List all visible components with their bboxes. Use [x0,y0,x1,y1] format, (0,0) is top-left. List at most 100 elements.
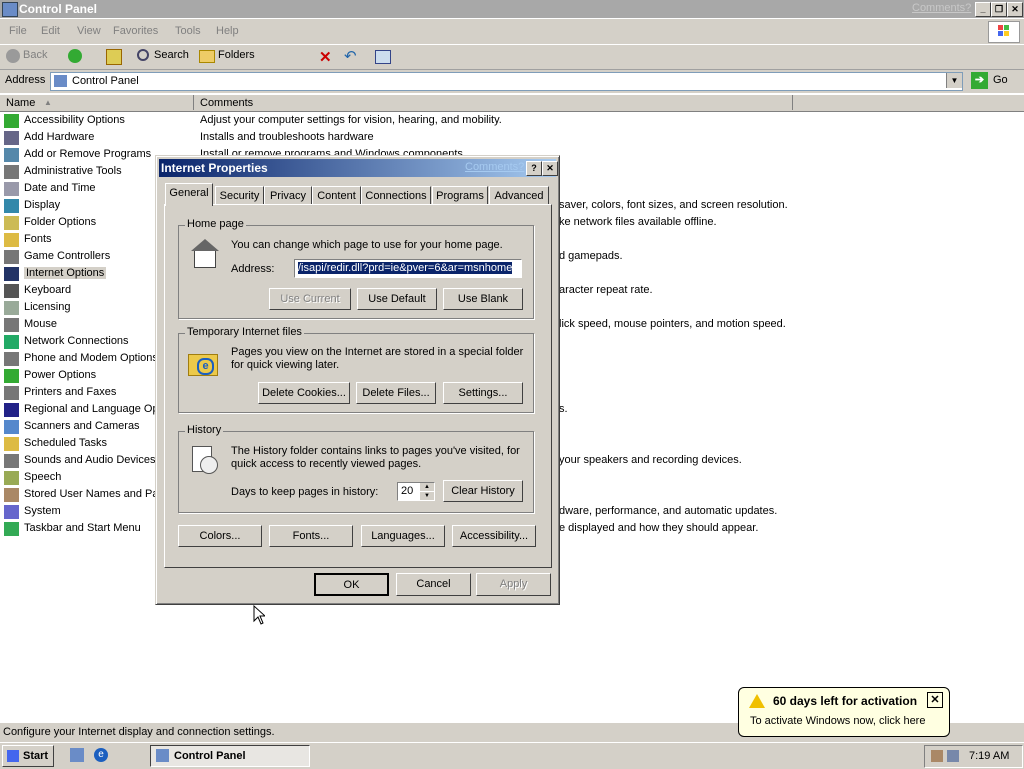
history-clock-icon [190,444,218,474]
tab-label: Content [317,190,356,202]
languages-button[interactable]: Languages... [361,525,445,547]
balloon-close-icon[interactable]: ✕ [927,692,943,708]
go-button[interactable]: Go [993,74,1008,86]
menu-favorites[interactable]: Favorites [113,25,158,37]
activation-key-icon[interactable] [931,750,943,762]
clear-history-button[interactable]: Clear History [443,480,523,502]
home-page-icon [190,238,219,268]
balloon-text[interactable]: To activate Windows now, click here [750,715,925,727]
item-comment: e displayed and how they should appear. [559,522,759,534]
item-label: Mouse [24,318,58,330]
system-tray: 7:19 AM [924,745,1023,768]
use-default-button[interactable]: Use Default [357,288,437,310]
menu-help[interactable]: Help [216,25,239,37]
forward-arrow-icon[interactable] [68,49,82,63]
network-icon[interactable] [947,750,959,762]
ok-button[interactable]: OK [314,573,389,596]
home-page-group: Home page You can change which page to u… [178,218,534,319]
menu-file[interactable]: File [9,25,27,37]
delete-icon[interactable]: ✕ [319,48,332,66]
menu-view[interactable]: View [77,25,101,37]
item-label: Stored User Names and Pas [24,488,165,500]
undo-icon[interactable]: ↶ [344,47,357,65]
window-titlebar[interactable]: Control Panel Comments? _ ❐ ✕ [0,0,1024,18]
tab-programs[interactable]: Programs [432,186,488,205]
column-comments[interactable]: Comments [194,95,793,110]
back-button[interactable]: Back [23,49,47,61]
address-dropdown-icon[interactable]: ▼ [946,73,962,88]
item-comment: your speakers and recording devices. [559,454,742,466]
list-header: Name ▲ Comments [0,95,1024,112]
search-icon [137,49,149,61]
cancel-button[interactable]: Cancel [396,573,471,596]
item-label: Scheduled Tasks [24,437,107,449]
up-folder-icon[interactable] [106,49,122,65]
dialog-comments-link[interactable]: Comments? [465,161,524,173]
tab-connections[interactable]: Connections [361,186,431,205]
search-button[interactable]: Search [154,49,189,61]
menu-tools[interactable]: Tools [175,25,201,37]
taskbar-control-panel[interactable]: Control Panel [150,745,310,767]
item-icon [4,386,19,400]
close-button[interactable]: ✕ [1007,2,1023,17]
views-icon[interactable] [375,50,391,64]
home-page-address-value: /isapi/redir.dll?prd=ie&pver=6&ar=msnhom… [298,262,513,274]
delete-files-button[interactable]: Delete Files... [356,382,436,404]
item-icon [4,369,19,383]
use-blank-button[interactable]: Use Blank [443,288,523,310]
item-icon [4,216,19,230]
start-label: Start [23,750,49,762]
fonts-button[interactable]: Fonts... [269,525,353,547]
item-icon [4,165,19,179]
item-icon [4,335,19,349]
control-panel-icon [54,75,67,87]
accessibility-button[interactable]: Accessibility... [452,525,536,547]
item-comment: ke network files available offline. [559,216,717,228]
tab-label: Security [219,190,260,202]
item-comment: lick speed, mouse pointers, and motion s… [559,318,786,330]
restore-button[interactable]: ❐ [991,2,1007,17]
tab-content[interactable]: Content [312,186,361,205]
item-comment: d gamepads. [559,250,623,262]
start-button[interactable]: Start [2,745,54,767]
item-icon [4,284,19,298]
item-label: System [24,505,61,517]
help-button[interactable]: ? [526,161,542,176]
spin-up-icon[interactable]: ▲ [420,483,434,491]
home-page-address-input[interactable]: /isapi/redir.dll?prd=ie&pver=6&ar=msnhom… [294,259,522,278]
sort-ascending-icon: ▲ [44,98,52,107]
tab-advanced[interactable]: Advanced [489,186,549,205]
colors-button[interactable]: Colors... [178,525,262,547]
activation-balloon[interactable]: 60 days left for activation ✕ To activat… [738,687,950,737]
tab-security[interactable]: Security [215,186,264,205]
delete-cookies-button[interactable]: Delete Cookies... [258,382,350,404]
spin-down-icon[interactable]: ▼ [420,492,434,500]
tab-label: Advanced [494,190,544,202]
temporary-files-group-label: Temporary Internet files [185,326,304,338]
balloon-title: 60 days left for activation [773,694,918,708]
minimize-button[interactable]: _ [975,2,991,17]
menu-edit[interactable]: Edit [41,25,60,37]
ie-quicklaunch-icon[interactable]: e [94,748,108,762]
go-arrow-icon[interactable]: ➔ [971,72,988,89]
windows-logo-icon [988,21,1020,43]
dialog-titlebar[interactable]: Internet Properties Comments? ? ✕ [159,159,558,177]
address-value: Control Panel [72,75,139,87]
days-stepper[interactable]: 20 ▲ ▼ [397,482,435,501]
tab-general[interactable]: General [165,183,213,206]
item-label: Taskbar and Start Menu [24,522,141,534]
column-name[interactable]: Name ▲ [0,95,194,110]
dialog-close-button[interactable]: ✕ [542,161,558,176]
show-desktop-icon[interactable] [70,748,84,762]
apply-button[interactable]: Apply [476,573,551,596]
folders-button[interactable]: Folders [218,49,255,61]
address-input[interactable]: Control Panel ▼ [50,72,963,91]
history-group-label: History [185,424,224,436]
dialog-title: Internet Properties [161,161,268,175]
tab-privacy[interactable]: Privacy [264,186,312,205]
item-icon [4,182,19,196]
use-current-button[interactable]: Use Current [269,288,351,310]
settings-button[interactable]: Settings... [443,382,523,404]
item-label: Display [24,199,61,211]
comments-link[interactable]: Comments? [912,2,971,14]
